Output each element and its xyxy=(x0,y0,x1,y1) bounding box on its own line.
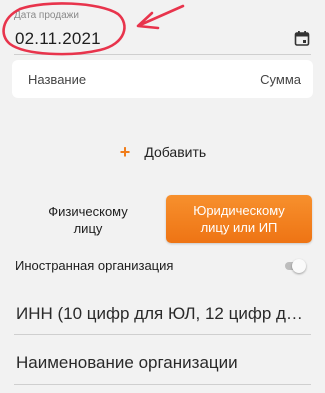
sale-date-underline xyxy=(14,54,311,55)
individual-customer-button[interactable]: Физическому лицу xyxy=(14,197,162,243)
foreign-organization-label: Иностранная организация xyxy=(15,258,174,273)
inn-underline xyxy=(14,334,311,335)
foreign-organization-toggle[interactable] xyxy=(283,259,307,273)
organization-name-input[interactable]: Наименование организации xyxy=(16,353,308,375)
individual-label-line2: лицу xyxy=(73,221,103,236)
individual-label-line1: Физическому xyxy=(48,204,128,219)
legal-label-line1: Юридическому xyxy=(193,203,285,218)
items-header-card: Название Сумма xyxy=(12,60,313,98)
organization-name-underline xyxy=(14,384,311,385)
inn-input[interactable]: ИНН (10 цифр для ЮЛ, 12 цифр для ИП) xyxy=(16,304,308,326)
toggle-thumb xyxy=(292,259,306,273)
sale-date-value[interactable]: 02.11.2021 xyxy=(15,29,101,49)
add-item-button[interactable]: + Добавить xyxy=(104,139,222,165)
legal-label-line2: лицу или ИП xyxy=(200,220,278,235)
plus-icon: + xyxy=(119,142,131,162)
calendar-icon[interactable] xyxy=(294,30,310,46)
column-name-label: Название xyxy=(28,72,87,87)
column-sum-label: Сумма xyxy=(260,72,301,87)
sale-date-label: Дата продажи xyxy=(14,10,79,21)
add-item-label: Добавить xyxy=(144,144,207,160)
legal-entity-button[interactable]: Юридическому лицу или ИП xyxy=(166,195,312,243)
